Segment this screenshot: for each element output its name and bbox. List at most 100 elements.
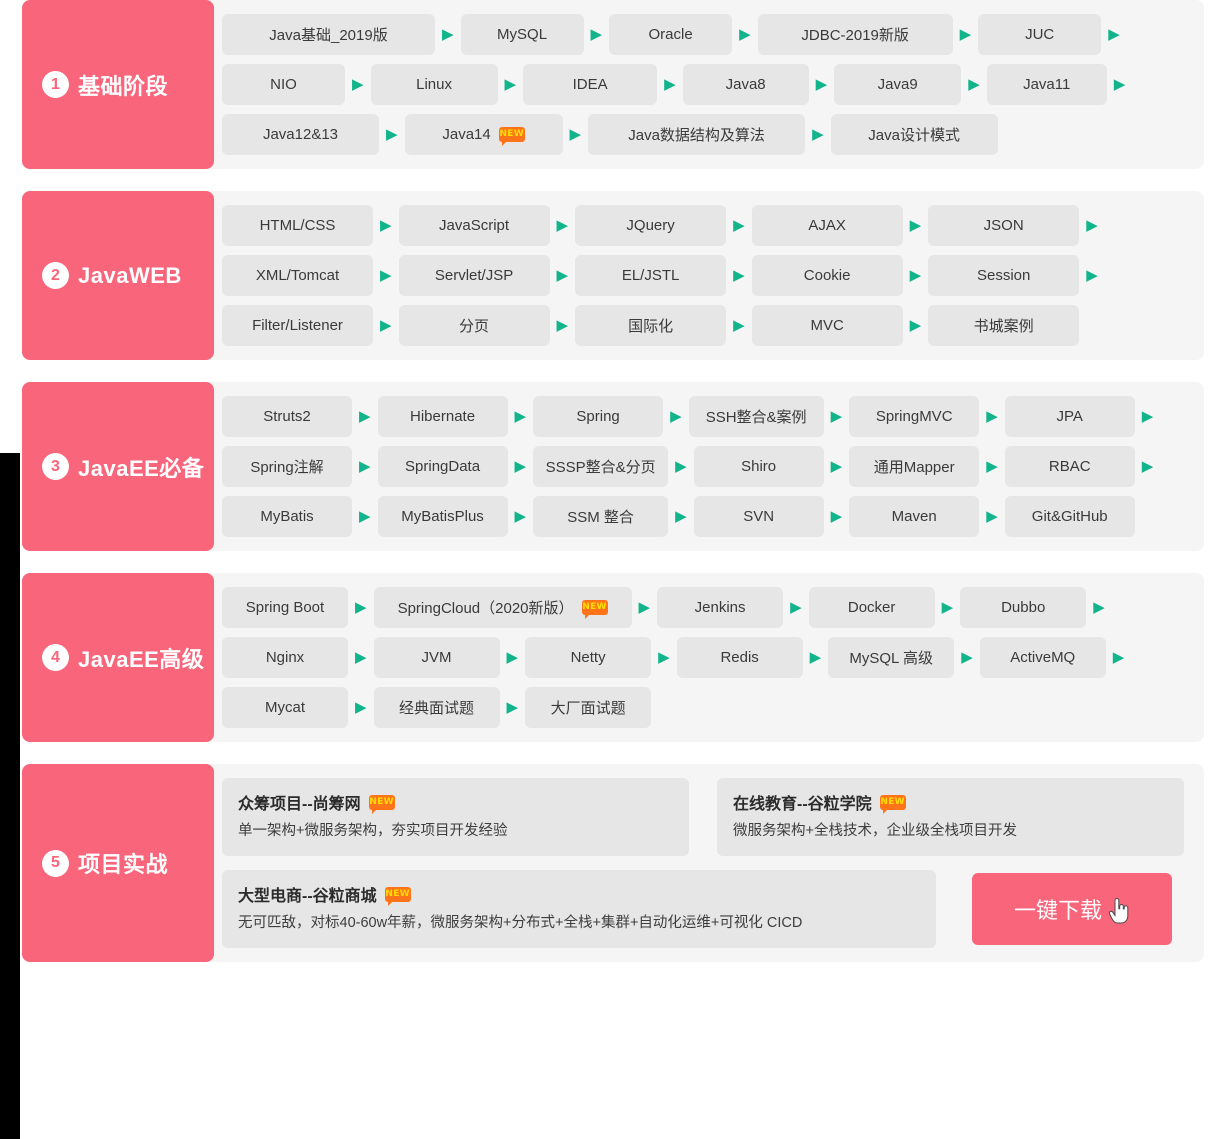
arrow-right-icon <box>359 459 371 474</box>
new-badge-icon: NEW <box>879 794 906 814</box>
arrow-right-icon <box>355 650 367 665</box>
topic-chip[interactable]: SpringData <box>377 446 508 487</box>
stage-body-5: 众筹项目--尚筹网 NEW 单一架构+微服务架构，夯实项目开发经验 在线教育--… <box>206 764 1204 963</box>
arrow-right-icon <box>591 27 603 42</box>
topic-chip[interactable]: 大厂面试题 <box>525 687 652 728</box>
topic-chip[interactable]: Java14 NEW <box>404 114 563 155</box>
topic-chip[interactable]: Maven <box>849 496 980 537</box>
topic-chip[interactable]: 通用Mapper <box>849 446 980 487</box>
topic-chip[interactable]: NIO <box>222 64 345 105</box>
topic-chip[interactable]: JQuery <box>575 205 727 246</box>
topic-chip[interactable]: Hibernate <box>377 396 508 437</box>
arrow-right-icon <box>557 268 569 283</box>
topic-chip[interactable]: 国际化 <box>575 305 727 346</box>
project-card-title-wrap: 在线教育--谷粒学院 NEW <box>733 790 1168 814</box>
topic-chip[interactable]: Redis <box>676 637 803 678</box>
topic-chip[interactable]: IDEA <box>523 64 658 105</box>
topic-chip[interactable]: Spring注解 <box>222 446 352 487</box>
arrow-right-icon <box>359 409 371 424</box>
topic-chip[interactable]: JDBC-2019新版 <box>757 14 953 55</box>
stage-number-badge: 4 <box>42 644 69 671</box>
project-card-desc: 单一架构+微服务架构，夯实项目开发经验 <box>238 823 508 839</box>
stage-title: JavaWEB <box>78 262 182 288</box>
topic-chip[interactable]: EL/JSTL <box>575 255 727 296</box>
topic-chip[interactable]: XML/Tomcat <box>222 255 373 296</box>
topic-chip[interactable]: Spring Boot <box>222 587 348 628</box>
topic-chip[interactable]: Shiro <box>693 446 824 487</box>
arrow-right-icon <box>960 27 972 42</box>
arrow-right-icon <box>733 268 745 283</box>
topic-chip[interactable]: MyBatisPlus <box>377 496 508 537</box>
arrow-right-icon <box>812 127 824 142</box>
topic-chip[interactable]: Oracle <box>609 14 733 55</box>
topic-chip[interactable]: JavaScript <box>398 205 550 246</box>
topic-chip[interactable]: SpringMVC <box>849 396 980 437</box>
topic-chip[interactable]: Linux <box>370 64 498 105</box>
topic-chip[interactable]: JSON <box>928 205 1080 246</box>
project-card-title: 大型电商--谷粒商城 <box>238 888 377 906</box>
topic-chip[interactable]: RBAC <box>1004 446 1135 487</box>
arrow-right-icon <box>910 218 922 233</box>
project-row: 大型电商--谷粒商城 NEW 无可匹敌，对标40-60w年薪，微服务架构+分布式… <box>222 870 1188 949</box>
topic-chip[interactable]: Java9 <box>834 64 962 105</box>
stage-label-2: 2 JavaWEB <box>22 191 214 360</box>
arrow-right-icon <box>515 459 527 474</box>
arrow-right-icon <box>639 600 651 615</box>
arrow-right-icon <box>733 218 745 233</box>
topic-chip[interactable]: Dubbo <box>960 587 1087 628</box>
topic-chip[interactable]: ActiveMQ <box>979 637 1106 678</box>
topic-chip[interactable]: Nginx <box>222 637 348 678</box>
topic-chip[interactable]: Java8 <box>682 64 809 105</box>
arrow-right-icon <box>986 409 998 424</box>
topic-chip[interactable]: Session <box>928 255 1080 296</box>
topic-chip[interactable]: JPA <box>1004 396 1135 437</box>
topic-chip[interactable]: Docker <box>808 587 935 628</box>
topic-chip[interactable]: MySQL 高级 <box>828 637 955 678</box>
topic-chip[interactable]: MySQL <box>460 14 584 55</box>
topic-chip[interactable]: Mycat <box>222 687 348 728</box>
chip-row: HTML/CSS JavaScript JQuery AJAX JSON <box>222 205 1194 246</box>
topic-chip[interactable]: SpringCloud（2020新版） NEW <box>373 587 632 628</box>
topic-chip[interactable]: Spring <box>533 396 664 437</box>
topic-chip[interactable]: AJAX <box>751 205 903 246</box>
topic-chip[interactable]: Java数据结构及算法 <box>588 114 806 155</box>
topic-chip[interactable]: Filter/Listener <box>222 305 373 346</box>
arrow-right-icon <box>1086 218 1098 233</box>
topic-chip[interactable]: Java设计模式 <box>830 114 998 155</box>
topic-chip[interactable]: Git&GitHub <box>1004 496 1135 537</box>
arrow-right-icon <box>961 650 973 665</box>
project-card-title-wrap: 众筹项目--尚筹网 NEW <box>238 790 673 814</box>
topic-chip[interactable]: MyBatis <box>222 496 352 537</box>
download-button[interactable]: 一键下载 <box>972 873 1172 946</box>
topic-chip-label: SpringCloud（2020新版） <box>397 600 574 617</box>
topic-chip[interactable]: Java11 <box>986 64 1107 105</box>
topic-chip[interactable]: 书城案例 <box>928 305 1080 346</box>
project-card[interactable]: 大型电商--谷粒商城 NEW 无可匹敌，对标40-60w年薪，微服务架构+分布式… <box>222 870 936 949</box>
topic-chip[interactable]: 分页 <box>398 305 550 346</box>
topic-chip[interactable]: JUC <box>978 14 1102 55</box>
topic-chip[interactable]: SSH整合&案例 <box>688 396 824 437</box>
topic-chip[interactable]: JVM <box>373 637 500 678</box>
arrow-right-icon <box>1108 27 1120 42</box>
topic-chip[interactable]: Servlet/JSP <box>398 255 550 296</box>
arrow-right-icon <box>968 77 980 92</box>
roadmap-page: 1 基础阶段 Java基础_2019版 MySQL Oracle JDBC-20… <box>0 0 1226 963</box>
topic-chip[interactable]: SVN <box>693 496 824 537</box>
stage-section-5: 5 项目实战 众筹项目--尚筹网 NEW 单一架构+微服务架构，夯实项目开发经验… <box>0 764 1226 963</box>
topic-chip[interactable]: SSSP整合&分页 <box>533 446 669 487</box>
topic-chip[interactable]: MVC <box>751 305 903 346</box>
arrow-right-icon <box>675 459 687 474</box>
topic-chip[interactable]: Netty <box>525 637 652 678</box>
topic-chip[interactable]: Jenkins <box>657 587 784 628</box>
topic-chip[interactable]: Java基础_2019版 <box>222 14 435 55</box>
topic-chip[interactable]: SSM 整合 <box>533 496 669 537</box>
project-card[interactable]: 众筹项目--尚筹网 NEW 单一架构+微服务架构，夯实项目开发经验 <box>222 778 689 857</box>
topic-chip[interactable]: Java12&13 <box>222 114 379 155</box>
arrow-right-icon <box>507 700 519 715</box>
topic-chip[interactable]: 经典面试题 <box>373 687 500 728</box>
topic-chip[interactable]: Struts2 <box>222 396 352 437</box>
chip-row: Spring注解 SpringData SSSP整合&分页 Shiro 通用Ma… <box>222 446 1194 487</box>
project-card[interactable]: 在线教育--谷粒学院 NEW 微服务架构+全栈技术，企业级全栈项目开发 <box>717 778 1184 857</box>
topic-chip[interactable]: HTML/CSS <box>222 205 373 246</box>
topic-chip[interactable]: Cookie <box>751 255 903 296</box>
